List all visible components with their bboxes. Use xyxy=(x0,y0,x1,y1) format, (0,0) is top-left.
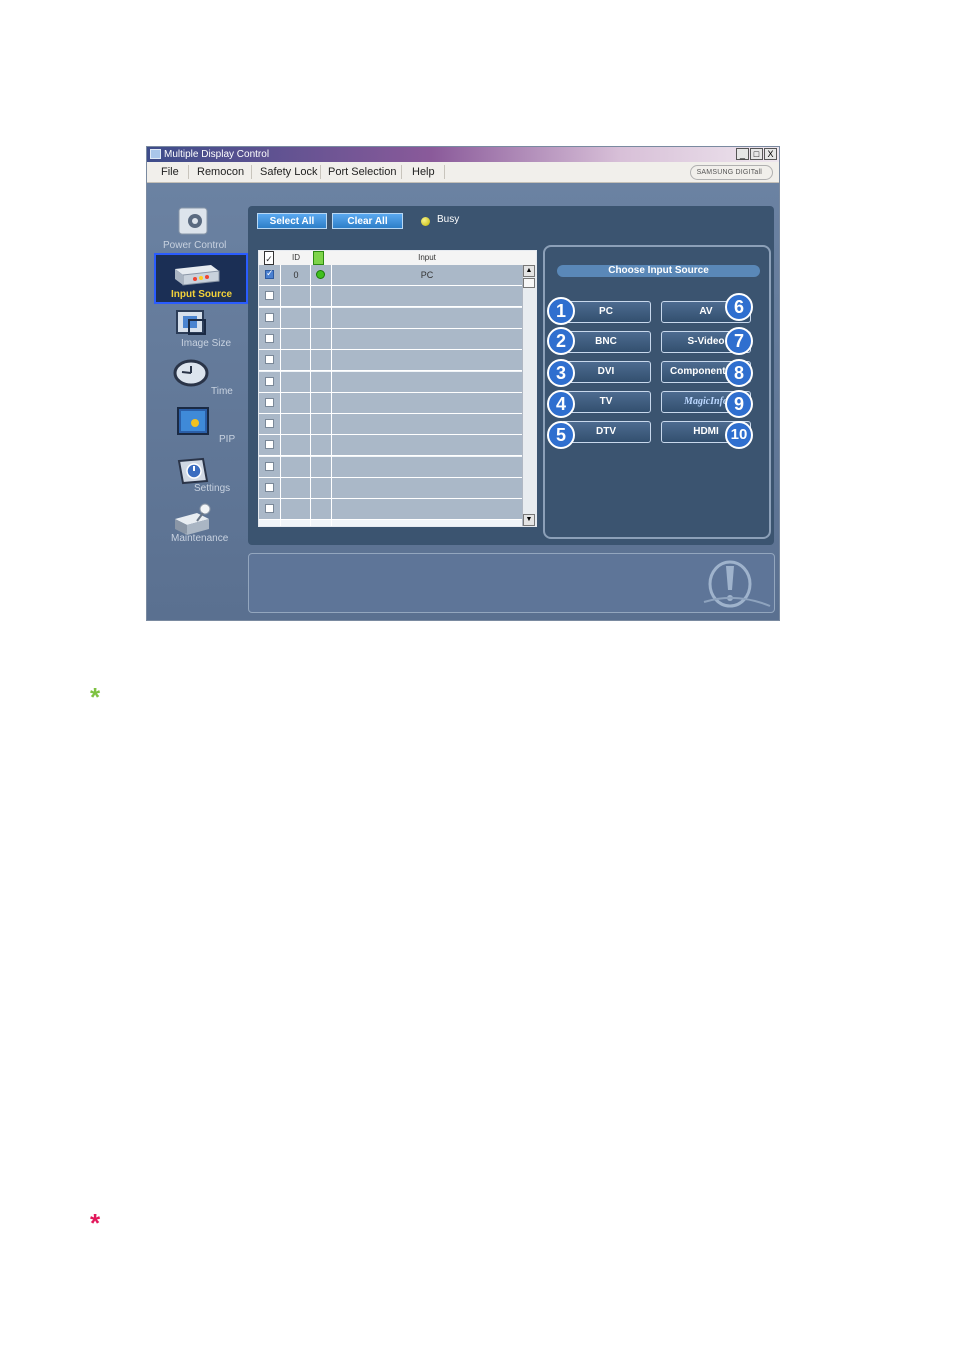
row-checkbox[interactable] xyxy=(265,312,274,322)
callout-number-3: 3 xyxy=(547,359,575,387)
table-row[interactable] xyxy=(259,435,523,457)
message-panel xyxy=(248,553,775,613)
busy-label: Busy xyxy=(437,214,460,225)
maximize-button[interactable]: □ xyxy=(750,148,763,160)
menu-safety-lock[interactable]: Safety Lock xyxy=(260,162,317,182)
title-bar[interactable]: Multiple Display Control _ □ X xyxy=(147,147,779,162)
menu-file[interactable]: File xyxy=(161,162,179,182)
callout-number-1: 1 xyxy=(547,297,575,325)
display-table: ✓ ID Input 0 PC ▲ ▼ xyxy=(258,250,537,527)
row-checkbox[interactable] xyxy=(265,419,274,429)
table-row[interactable] xyxy=(259,328,523,350)
row-id: 0 xyxy=(293,270,299,280)
row-checkbox[interactable] xyxy=(265,376,274,386)
callout-number-7: 7 xyxy=(725,327,753,355)
callout-number-4: 4 xyxy=(547,390,575,418)
image-size-icon xyxy=(176,310,206,335)
clear-all-button[interactable]: Clear All xyxy=(332,213,403,229)
status-on-icon xyxy=(316,270,325,279)
power-control-icon xyxy=(178,207,208,235)
menu-port-selection[interactable]: Port Selection xyxy=(328,162,396,182)
table-row[interactable] xyxy=(259,371,523,393)
warning-icon xyxy=(703,560,771,608)
app-icon xyxy=(150,149,161,159)
nav-label-image-size: Image Size xyxy=(181,338,232,349)
menu-remocon[interactable]: Remocon xyxy=(197,162,244,182)
table-row[interactable] xyxy=(259,414,523,436)
table-scrollbar[interactable]: ▲ ▼ xyxy=(522,265,536,526)
callout-number-5: 5 xyxy=(547,421,575,449)
close-button[interactable]: X xyxy=(764,148,777,160)
row-checkbox[interactable] xyxy=(265,461,274,471)
scroll-thumb[interactable] xyxy=(523,278,535,288)
table-row[interactable] xyxy=(259,350,523,372)
row-checkbox[interactable] xyxy=(265,268,274,279)
column-header-input: Input xyxy=(418,253,436,262)
minimize-button[interactable]: _ xyxy=(736,148,749,160)
note-bullet-green: * xyxy=(90,682,101,712)
status-column-icon xyxy=(313,251,324,265)
input-source-icon xyxy=(175,265,220,286)
menu-help[interactable]: Help xyxy=(412,162,435,182)
select-all-button[interactable]: Select All xyxy=(257,213,327,229)
table-row[interactable] xyxy=(259,499,523,521)
row-checkbox[interactable] xyxy=(265,397,274,407)
note-bullet-red: * xyxy=(90,1208,101,1238)
row-checkbox[interactable] xyxy=(265,483,274,492)
callout-number-8: 8 xyxy=(725,359,753,387)
scroll-up-button[interactable]: ▲ xyxy=(523,265,535,277)
brand-logo: SAMSUNG DIGITall xyxy=(689,165,773,180)
row-checkbox[interactable] xyxy=(265,291,274,301)
table-row[interactable] xyxy=(259,392,523,414)
content-area: Power Control Input Source Image Size Ti… xyxy=(147,183,779,620)
app-window: Multiple Display Control _ □ X File Remo… xyxy=(146,146,780,621)
menu-bar: File Remocon Safety Lock Port Selection … xyxy=(147,162,779,183)
row-checkbox[interactable] xyxy=(265,440,274,450)
table-header: ✓ ID Input xyxy=(259,251,536,266)
row-input: PC xyxy=(420,270,434,280)
nav-label-time: Time xyxy=(211,386,233,397)
select-all-checkbox[interactable]: ✓ xyxy=(264,251,274,265)
callout-number-2: 2 xyxy=(547,327,575,355)
nav-label-input-source: Input Source xyxy=(171,289,233,300)
table-row[interactable] xyxy=(259,286,523,308)
busy-indicator-icon xyxy=(421,217,430,226)
column-header-id: ID xyxy=(292,253,300,262)
nav-label-pip: PIP xyxy=(219,434,236,445)
window-title: Multiple Display Control xyxy=(164,149,270,160)
clock-icon xyxy=(173,359,209,387)
nav-label-power-control: Power Control xyxy=(163,240,227,251)
table-row[interactable] xyxy=(259,307,523,329)
choose-input-source-heading: Choose Input Source xyxy=(557,265,760,277)
row-checkbox[interactable] xyxy=(265,504,274,514)
callout-number-6: 6 xyxy=(725,293,753,321)
callout-number-10: 10 xyxy=(725,421,753,449)
input-source-panel: Choose Input Source PC BNC DVI TV DTV AV… xyxy=(543,245,771,539)
row-checkbox[interactable] xyxy=(265,333,274,343)
table-row[interactable] xyxy=(259,456,523,478)
row-checkbox[interactable] xyxy=(265,355,274,365)
nav-label-settings: Settings xyxy=(194,483,231,494)
table-row[interactable]: 0 PC xyxy=(259,265,523,286)
nav-label-maintenance: Maintenance xyxy=(171,533,229,544)
pip-icon xyxy=(177,407,209,435)
scroll-down-button[interactable]: ▼ xyxy=(523,514,535,526)
callout-number-9: 9 xyxy=(725,390,753,418)
table-row[interactable] xyxy=(259,478,523,499)
maintenance-icon xyxy=(175,503,211,535)
